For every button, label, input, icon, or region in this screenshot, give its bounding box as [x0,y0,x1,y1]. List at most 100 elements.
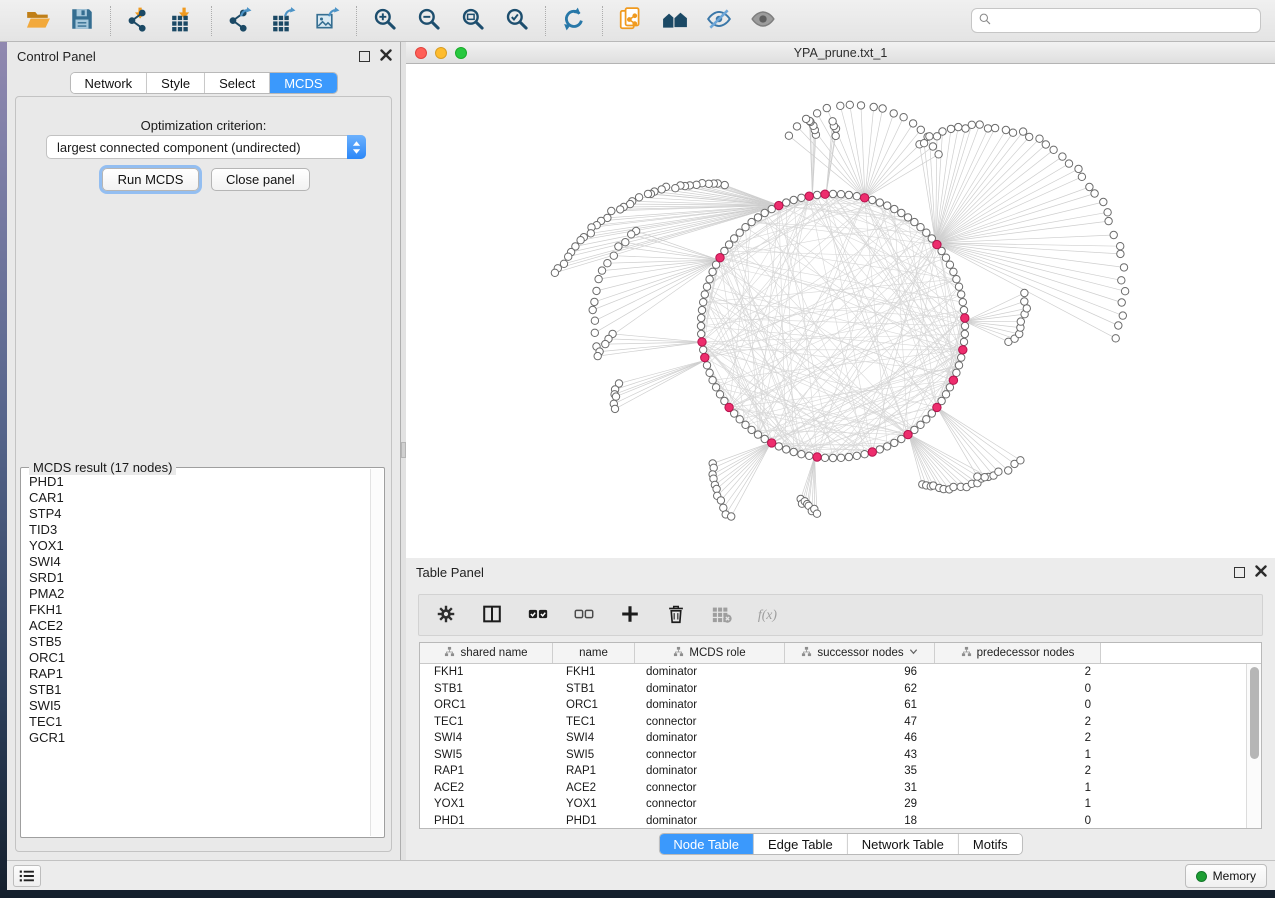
cell-shared-name[interactable]: TEC1 [420,714,553,731]
mcds-result-item[interactable]: STP4 [22,506,370,522]
cell-name[interactable]: ORC1 [553,697,635,714]
zoom-out-button[interactable] [414,6,444,36]
cell-successor-nodes[interactable]: 43 [785,747,935,764]
cell-predecessor-nodes[interactable]: 1 [935,747,1101,764]
mcds-result-item[interactable]: TID3 [22,522,370,538]
tab-mcds[interactable]: MCDS [270,73,336,93]
cell-successor-nodes[interactable]: 62 [785,681,935,698]
table-row[interactable]: SWI4SWI4dominator462 [420,730,1261,747]
cell-successor-nodes[interactable]: 61 [785,697,935,714]
cell-predecessor-nodes[interactable]: 2 [935,714,1101,731]
mcds-result-item[interactable]: YOX1 [22,538,370,554]
open-folder-button[interactable] [23,6,53,36]
mcds-result-list[interactable]: PHD1CAR1STP4TID3YOX1SWI4SRD1PMA2FKH1ACE2… [22,474,370,836]
tab-style[interactable]: Style [147,73,205,93]
cell-name[interactable]: ACE2 [553,780,635,797]
select-all-button[interactable] [525,602,551,628]
table-row[interactable]: PHD1PHD1dominator180 [420,813,1261,830]
cell-predecessor-nodes[interactable]: 0 [935,813,1101,830]
mcds-result-item[interactable]: ORC1 [22,650,370,666]
cell-MCDS-role[interactable]: dominator [635,697,785,714]
cell-MCDS-role[interactable]: dominator [635,681,785,698]
tab-select[interactable]: Select [205,73,270,93]
table-scrollbar-thumb[interactable] [1250,667,1259,759]
float-table-panel-icon[interactable] [1234,567,1245,578]
cell-successor-nodes[interactable]: 35 [785,763,935,780]
cell-successor-nodes[interactable]: 31 [785,780,935,797]
close-table-panel-icon[interactable] [1255,565,1267,580]
table-tab-node-table[interactable]: Node Table [659,834,754,854]
cell-predecessor-nodes[interactable]: 1 [935,796,1101,813]
cell-shared-name[interactable]: FKH1 [420,664,553,681]
cell-shared-name[interactable]: PHD1 [420,813,553,830]
mcds-result-item[interactable]: GCR1 [22,730,370,746]
column-header-shared-name[interactable]: shared name [420,643,553,663]
table-tab-network-table[interactable]: Network Table [848,834,959,854]
table-row[interactable]: SWI5SWI5connector431 [420,747,1261,764]
table-row[interactable]: STB1STB1dominator620 [420,681,1261,698]
export-image-button[interactable] [313,6,343,36]
cell-predecessor-nodes[interactable]: 0 [935,681,1101,698]
cell-successor-nodes[interactable]: 29 [785,796,935,813]
table-scrollbar[interactable] [1246,664,1261,828]
cell-successor-nodes[interactable]: 46 [785,730,935,747]
home-pages-button[interactable] [660,6,690,36]
add-row-button[interactable] [617,602,643,628]
import-table-button[interactable] [168,6,198,36]
column-header-successor-nodes[interactable]: successor nodes [785,643,935,663]
cell-predecessor-nodes[interactable]: 1 [935,780,1101,797]
cell-name[interactable]: SWI5 [553,747,635,764]
tab-network[interactable]: Network [70,73,147,93]
task-history-button[interactable] [13,865,41,887]
show-columns-button[interactable] [479,602,505,628]
save-button[interactable] [67,6,97,36]
cell-name[interactable]: STB1 [553,681,635,698]
cell-predecessor-nodes[interactable]: 2 [935,763,1101,780]
network-window-titlebar[interactable]: YPA_prune.txt_1 [406,42,1275,64]
export-network-button[interactable] [225,6,255,36]
mcds-result-item[interactable]: CAR1 [22,490,370,506]
cell-name[interactable]: YOX1 [553,796,635,813]
cell-MCDS-role[interactable]: dominator [635,664,785,681]
table-row[interactable]: ACE2ACE2connector311 [420,780,1261,797]
float-panel-icon[interactable] [359,51,370,62]
zoom-selected-button[interactable] [502,6,532,36]
mcds-result-item[interactable]: SWI5 [22,698,370,714]
cell-successor-nodes[interactable]: 96 [785,664,935,681]
cell-successor-nodes[interactable]: 18 [785,813,935,830]
cell-name[interactable]: RAP1 [553,763,635,780]
delete-row-button[interactable] [663,602,689,628]
close-panel-button[interactable]: Close panel [211,168,310,191]
cell-name[interactable]: SWI4 [553,730,635,747]
mcds-list-scrollbar[interactable] [370,469,383,836]
mcds-result-item[interactable]: FKH1 [22,602,370,618]
zoom-fit-button[interactable] [458,6,488,36]
cell-shared-name[interactable]: ORC1 [420,697,553,714]
mcds-result-item[interactable]: SWI4 [22,554,370,570]
table-row[interactable]: ORC1ORC1dominator610 [420,697,1261,714]
mcds-result-item[interactable]: PMA2 [22,586,370,602]
zoom-in-button[interactable] [370,6,400,36]
table-row[interactable]: FKH1FKH1dominator962 [420,664,1261,681]
mcds-result-item[interactable]: ACE2 [22,618,370,634]
cell-MCDS-role[interactable]: connector [635,714,785,731]
mcds-result-item[interactable]: STB5 [22,634,370,650]
run-mcds-button[interactable]: Run MCDS [102,168,199,191]
cell-predecessor-nodes[interactable]: 2 [935,664,1101,681]
mcds-result-item[interactable]: TEC1 [22,714,370,730]
column-header-predecessor-nodes[interactable]: predecessor nodes [935,643,1101,663]
cell-shared-name[interactable]: ACE2 [420,780,553,797]
table-tab-edge-table[interactable]: Edge Table [754,834,848,854]
close-panel-icon[interactable] [380,49,392,64]
cell-MCDS-role[interactable]: dominator [635,813,785,830]
table-settings-button[interactable] [433,602,459,628]
mcds-result-item[interactable]: PHD1 [22,474,370,490]
cell-shared-name[interactable]: SWI5 [420,747,553,764]
quick-search-input[interactable] [992,9,1254,32]
share-document-button[interactable] [616,6,646,36]
cell-MCDS-role[interactable]: dominator [635,730,785,747]
table-row[interactable]: RAP1RAP1dominator352 [420,763,1261,780]
cell-shared-name[interactable]: YOX1 [420,796,553,813]
cell-name[interactable]: PHD1 [553,813,635,830]
cell-shared-name[interactable]: RAP1 [420,763,553,780]
